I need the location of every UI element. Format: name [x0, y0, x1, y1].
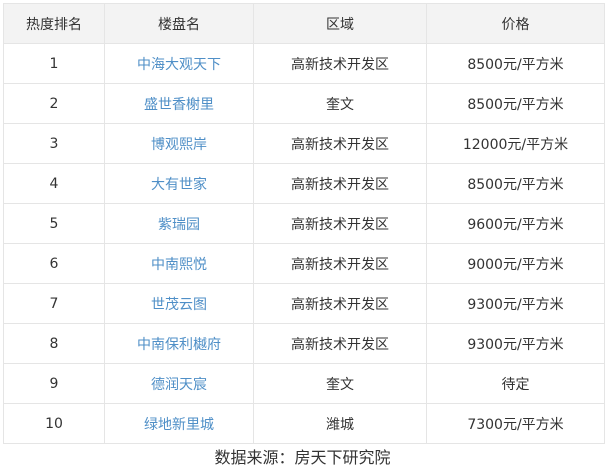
- estate-name-cell: 世茂云图: [104, 283, 254, 324]
- estate-link[interactable]: 紫瑞园: [158, 217, 200, 233]
- estate-link[interactable]: 中海大观天下: [137, 57, 221, 73]
- header-rank: 热度排名: [3, 3, 105, 44]
- header-price: 价格: [426, 3, 605, 44]
- estate-name-cell: 中南熙悦: [104, 243, 254, 284]
- price-cell: 9600元/平方米: [426, 203, 605, 244]
- area-cell: 高新技术开发区: [253, 283, 427, 324]
- rank-cell: 7: [3, 283, 105, 324]
- estate-name-cell: 中南保利樾府: [104, 323, 254, 364]
- table-row: 6 中南熙悦 高新技术开发区 9000元/平方米: [3, 243, 605, 284]
- rank-cell: 6: [3, 243, 105, 284]
- rank-cell: 9: [3, 363, 105, 404]
- table-row: 3 博观熙岸 高新技术开发区 12000元/平方米: [3, 123, 605, 164]
- rank-cell: 1: [3, 43, 105, 84]
- table-row: 5 紫瑞园 高新技术开发区 9600元/平方米: [3, 203, 605, 244]
- rank-cell: 5: [3, 203, 105, 244]
- table-row: 8 中南保利樾府 高新技术开发区 9300元/平方米: [3, 323, 605, 364]
- estate-link[interactable]: 盛世香榭里: [144, 97, 214, 113]
- data-source-caption: 数据来源：房天下研究院: [214, 448, 391, 467]
- rank-cell: 2: [3, 83, 105, 124]
- estate-name-cell: 紫瑞园: [104, 203, 254, 244]
- table-row: 2 盛世香榭里 奎文 8500元/平方米: [3, 83, 605, 124]
- area-cell: 奎文: [253, 83, 427, 124]
- estate-link[interactable]: 德润天宸: [151, 377, 207, 393]
- price-cell: 12000元/平方米: [426, 123, 605, 164]
- estate-link[interactable]: 中南熙悦: [151, 257, 207, 273]
- table-body: 1 中海大观天下 高新技术开发区 8500元/平方米 2 盛世香榭里 奎文 85…: [3, 43, 605, 444]
- header-name: 楼盘名: [104, 3, 254, 44]
- table-row: 9 德润天宸 奎文 待定: [3, 363, 605, 404]
- area-cell: 高新技术开发区: [253, 43, 427, 84]
- estate-name-cell: 绿地新里城: [104, 403, 254, 444]
- rank-cell: 10: [3, 403, 105, 444]
- price-cell: 8500元/平方米: [426, 163, 605, 204]
- estate-name-cell: 大有世家: [104, 163, 254, 204]
- rank-cell: 4: [3, 163, 105, 204]
- table-row: 7 世茂云图 高新技术开发区 9300元/平方米: [3, 283, 605, 324]
- price-cell: 8500元/平方米: [426, 83, 605, 124]
- table-row: 1 中海大观天下 高新技术开发区 8500元/平方米: [3, 43, 605, 84]
- area-cell: 高新技术开发区: [253, 123, 427, 164]
- area-cell: 高新技术开发区: [253, 203, 427, 244]
- estate-name-cell: 中海大观天下: [104, 43, 254, 84]
- estate-link[interactable]: 中南保利樾府: [137, 337, 221, 353]
- estate-link[interactable]: 世茂云图: [151, 297, 207, 313]
- price-cell: 9300元/平方米: [426, 323, 605, 364]
- price-cell: 7300元/平方米: [426, 403, 605, 444]
- price-cell: 待定: [426, 363, 605, 404]
- table-row: 10 绿地新里城 潍城 7300元/平方米: [3, 403, 605, 444]
- estate-link[interactable]: 绿地新里城: [144, 417, 214, 433]
- area-cell: 高新技术开发区: [253, 243, 427, 284]
- area-cell: 潍城: [253, 403, 427, 444]
- area-cell: 高新技术开发区: [253, 163, 427, 204]
- page: 热度排名 楼盘名 区域 价格 1 中海大观天下 高新技术开发区 8500元/平方…: [0, 0, 605, 474]
- housing-rank-table: 热度排名 楼盘名 区域 价格 1 中海大观天下 高新技术开发区 8500元/平方…: [3, 3, 605, 444]
- header-area: 区域: [253, 3, 427, 44]
- estate-name-cell: 盛世香榭里: [104, 83, 254, 124]
- estate-link[interactable]: 博观熙岸: [151, 137, 207, 153]
- area-cell: 高新技术开发区: [253, 323, 427, 364]
- price-cell: 8500元/平方米: [426, 43, 605, 84]
- estate-name-cell: 博观熙岸: [104, 123, 254, 164]
- estate-name-cell: 德润天宸: [104, 363, 254, 404]
- estate-link[interactable]: 大有世家: [151, 177, 207, 193]
- rank-cell: 8: [3, 323, 105, 364]
- table-row: 4 大有世家 高新技术开发区 8500元/平方米: [3, 163, 605, 204]
- area-cell: 奎文: [253, 363, 427, 404]
- rank-cell: 3: [3, 123, 105, 164]
- table-header-row: 热度排名 楼盘名 区域 价格: [3, 3, 605, 44]
- price-cell: 9300元/平方米: [426, 283, 605, 324]
- price-cell: 9000元/平方米: [426, 243, 605, 284]
